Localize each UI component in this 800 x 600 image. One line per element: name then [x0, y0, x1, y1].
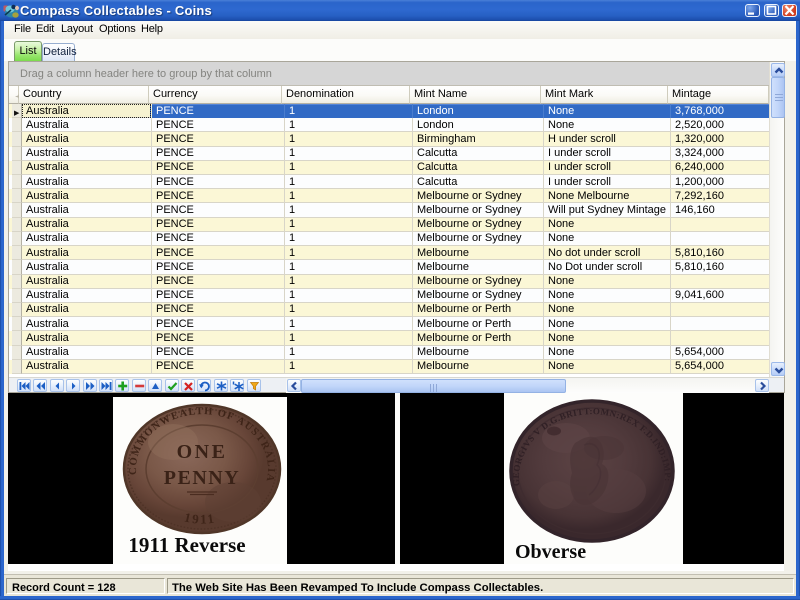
svg-text:1911: 1911	[183, 509, 217, 526]
svg-text:PENNY: PENNY	[164, 467, 240, 489]
svg-text:ONE: ONE	[177, 441, 228, 463]
